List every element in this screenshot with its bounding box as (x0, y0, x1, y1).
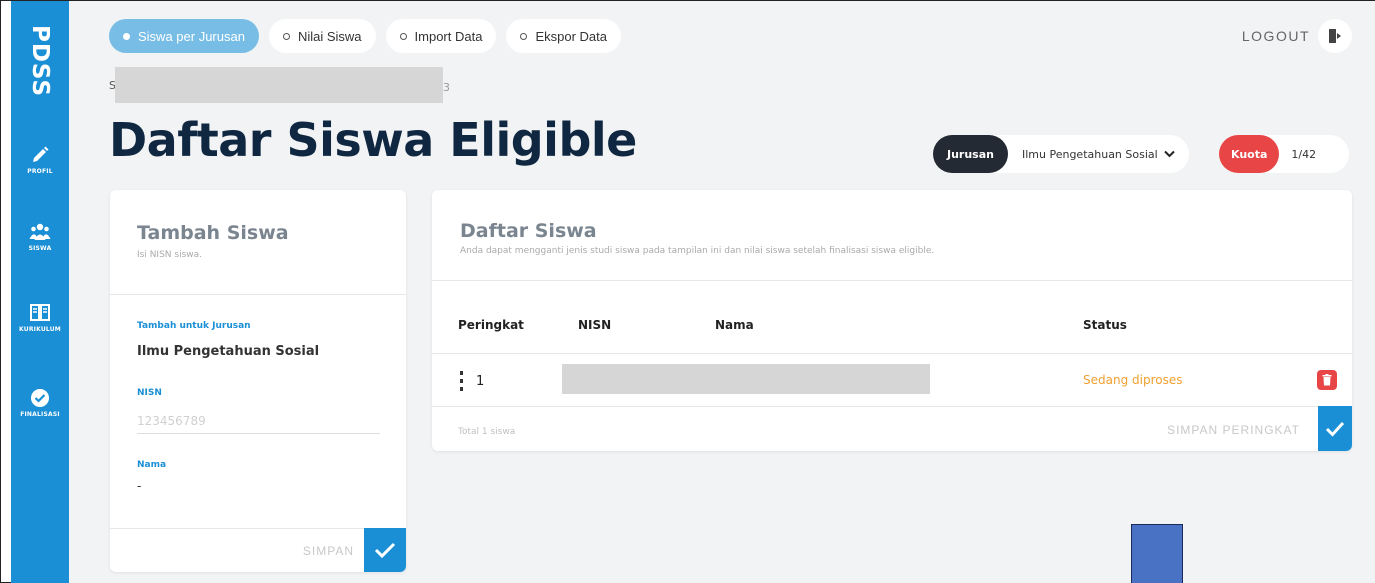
jurusan-value: Ilmu Pengetahuan Sosial (1021, 147, 1158, 161)
add-student-footer: SIMPAN (110, 528, 406, 572)
tab-label: Import Data (414, 28, 483, 44)
tab-siswa-per-jurusan[interactable]: Siswa per Jurusan (109, 19, 259, 53)
column-header-nama: Nama (715, 318, 754, 332)
save-button[interactable] (364, 528, 406, 572)
sidebar-item-label: KURIKULUM (19, 326, 61, 333)
jurusan-field-label: Tambah untuk Jurusan (137, 321, 251, 331)
logout-icon (1329, 29, 1341, 43)
sidebar-item-label: SISWA (28, 245, 52, 252)
check-icon (374, 542, 396, 559)
check-circle-icon (31, 389, 49, 407)
logout-button[interactable] (1318, 19, 1352, 53)
tab-label: Ekspor Data (535, 28, 607, 44)
tab-dot-icon (123, 32, 130, 40)
nama-value: - (137, 479, 142, 493)
main-content: Siswa per Jurusan Nilai Siswa Import Dat… (69, 1, 1375, 583)
redacted-block (115, 67, 443, 103)
jurusan-selector[interactable]: Jurusan Ilmu Pengetahuan Sosial (933, 135, 1189, 173)
divider (432, 406, 1352, 407)
tab-dot-icon (399, 32, 407, 40)
logout-label[interactable]: LOGOUT (1242, 28, 1310, 44)
jurusan-label: Jurusan (933, 135, 1008, 173)
sidebar-item-label: PROFIL (27, 168, 53, 175)
tab-import-data[interactable]: Import Data (385, 19, 497, 53)
delete-button[interactable] (1317, 370, 1337, 390)
tab-ekspor-data[interactable]: Ekspor Data (506, 19, 621, 53)
kuota-indicator: Kuota 1/42 (1219, 135, 1349, 173)
divider (432, 353, 1352, 354)
overlay-block (1131, 524, 1183, 583)
add-student-title: Tambah Siswa (137, 222, 289, 244)
student-list-header: Daftar Siswa Anda dapat mengganti jenis … (432, 190, 1352, 281)
column-header-nisn: NISN (578, 318, 612, 332)
student-list-subtitle: Anda dapat mengganti jenis studi siswa p… (460, 246, 935, 256)
pencil-icon (33, 146, 49, 162)
save-button-label[interactable]: SIMPAN (303, 544, 354, 558)
student-list-title: Daftar Siswa (460, 220, 597, 242)
rank-value: 1 (476, 374, 485, 389)
tab-dot-icon (520, 32, 528, 40)
column-header-status: Status (1083, 318, 1127, 332)
nisn-input[interactable] (137, 408, 380, 434)
status-value: Sedang diproses (1083, 373, 1183, 387)
drag-handle-icon[interactable] (459, 370, 464, 392)
sidebar-item-label: FINALISASI (20, 411, 60, 418)
student-list-card: Daftar Siswa Anda dapat mengganti jenis … (432, 190, 1352, 451)
redacted-block (562, 364, 930, 394)
users-icon (29, 223, 51, 240)
add-student-card: Tambah Siswa Isi NISN siswa. Tambah untu… (110, 190, 406, 572)
sidebar-item-finalisasi[interactable]: FINALISASI (11, 388, 69, 418)
jurusan-field-value: Ilmu Pengetahuan Sosial (137, 344, 320, 359)
tab-dot-icon (282, 32, 290, 40)
jurusan-dropdown[interactable]: Ilmu Pengetahuan Sosial (1008, 148, 1189, 161)
app-frame: PDSS PROFIL SISWA KURIKULUM FINALISASI S… (0, 0, 1375, 583)
logout-control[interactable]: LOGOUT (1242, 19, 1352, 53)
brand-text: PDSS (27, 24, 54, 98)
column-header-peringkat: Peringkat (458, 318, 524, 332)
tab-bar: Siswa per Jurusan Nilai Siswa Import Dat… (109, 19, 621, 53)
tab-label: Nilai Siswa (297, 28, 362, 44)
tab-label: Siswa per Jurusan (138, 28, 245, 44)
add-student-header: Tambah Siswa Isi NISN siswa. (110, 190, 406, 295)
tab-nilai-siswa[interactable]: Nilai Siswa (268, 19, 376, 53)
kuota-value: 1/42 (1291, 147, 1317, 161)
brand-logo[interactable]: PDSS (19, 11, 61, 111)
save-rank-button-label[interactable]: SIMPAN PERINGKAT (1167, 423, 1300, 437)
page-title: Daftar Siswa Eligible (109, 113, 637, 167)
sidebar-item-profil[interactable]: PROFIL (11, 145, 69, 175)
nama-label: Nama (137, 460, 167, 470)
breadcrumb-tail: 3 (443, 81, 450, 94)
nisn-label: NISN (137, 388, 162, 398)
book-icon (30, 304, 50, 321)
sidebar-item-kurikulum[interactable]: KURIKULUM (11, 303, 69, 333)
kuota-label: Kuota (1219, 135, 1280, 173)
trash-icon (1322, 374, 1332, 386)
sidebar-item-siswa[interactable]: SISWA (11, 222, 69, 252)
chevron-down-icon (1163, 150, 1175, 158)
save-rank-button[interactable] (1318, 406, 1352, 451)
total-count: Total 1 siswa (458, 427, 516, 437)
sidebar: PDSS PROFIL SISWA KURIKULUM FINALISASI (11, 1, 69, 583)
check-icon (1325, 421, 1345, 437)
add-student-subtitle: Isi NISN siswa. (137, 250, 203, 260)
